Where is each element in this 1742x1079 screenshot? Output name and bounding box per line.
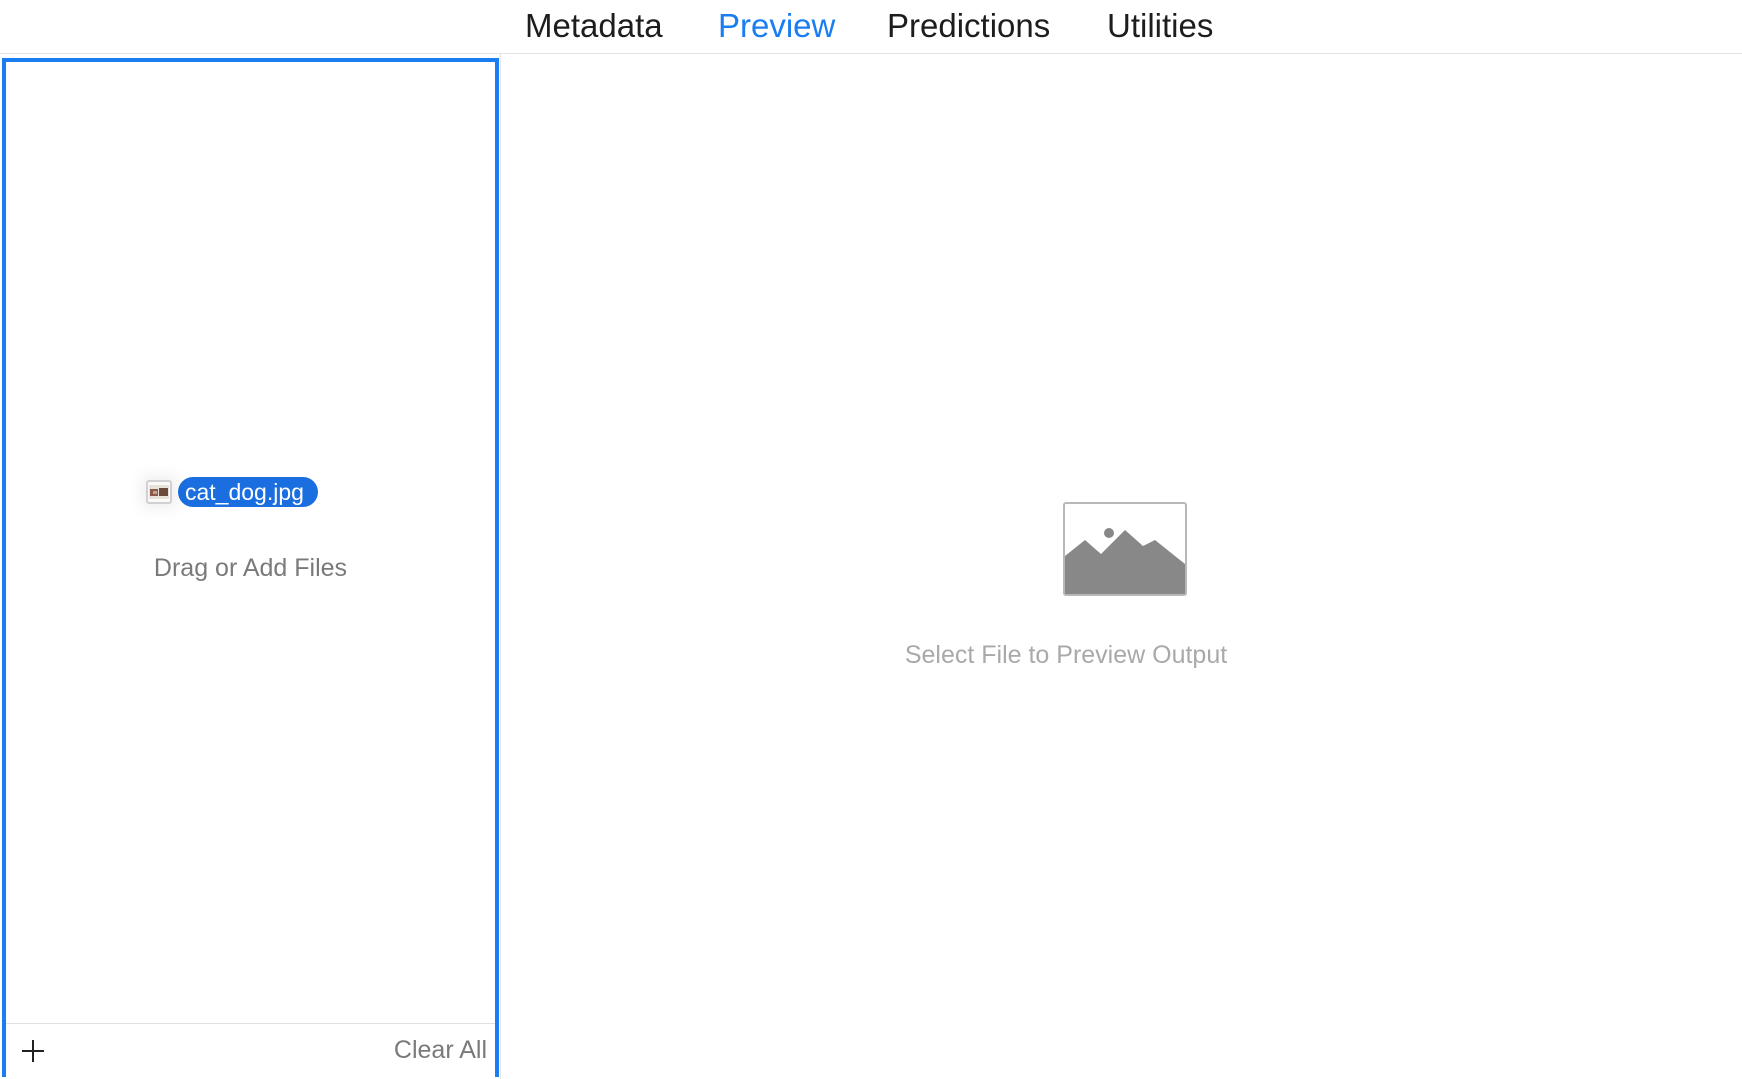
preview-area: Select File to Preview Output <box>501 55 1742 1079</box>
app-window: Metadata Preview Predictions Utilities c… <box>0 0 1742 1079</box>
tab-predictions[interactable]: Predictions <box>887 4 1050 48</box>
tab-utilities[interactable]: Utilities <box>1107 4 1213 48</box>
file-drop-panel[interactable]: cat_dog.jpg Drag or Add Files Clear All <box>2 58 499 1077</box>
tab-metadata[interactable]: Metadata <box>525 4 663 48</box>
file-panel-footer: Clear All <box>6 1023 495 1077</box>
tab-preview[interactable]: Preview <box>718 4 835 48</box>
plus-icon <box>22 1040 44 1062</box>
clear-all-button[interactable]: Clear All <box>394 1036 487 1065</box>
file-thumbnail-icon <box>146 480 172 504</box>
dragged-file-name: cat_dog.jpg <box>178 477 318 507</box>
tab-bar: Metadata Preview Predictions Utilities <box>0 0 1742 54</box>
preview-hint: Select File to Preview Output <box>904 641 1228 669</box>
dragged-file[interactable]: cat_dog.jpg <box>146 476 318 508</box>
image-placeholder-icon <box>1063 502 1187 596</box>
add-file-button[interactable] <box>18 1036 48 1066</box>
drop-hint: Drag or Add Files <box>153 554 348 582</box>
